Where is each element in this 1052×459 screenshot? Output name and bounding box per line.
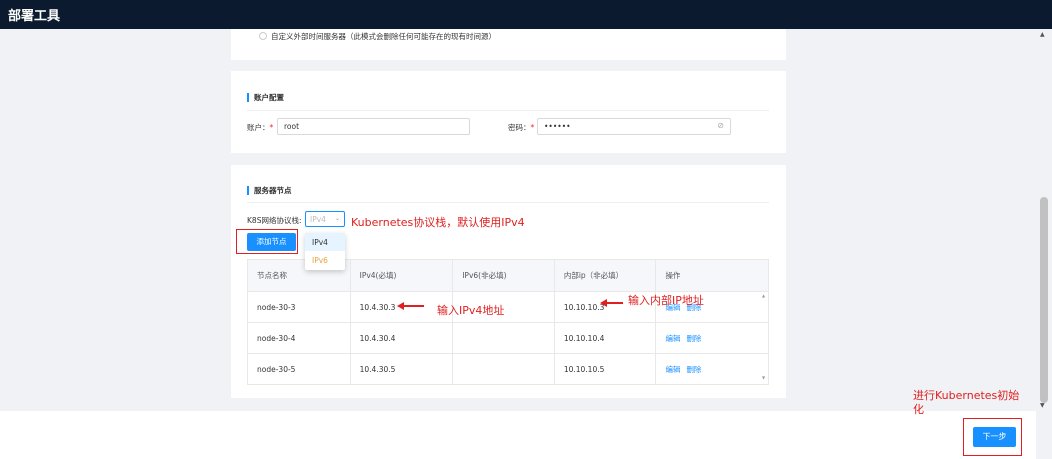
node-name-cell[interactable]: node-30-4 xyxy=(248,323,351,353)
actions-cell: 编辑 删除 xyxy=(656,323,768,353)
user-input[interactable]: root xyxy=(277,118,470,135)
ipv4-cell[interactable]: 10.4.30.4 xyxy=(351,323,454,353)
add-node-highlight-box xyxy=(236,229,298,254)
scroll-up-icon[interactable]: ▲ xyxy=(1040,31,1045,38)
user-input-value: root xyxy=(284,122,300,131)
password-input-value: •••••• xyxy=(544,122,571,131)
ipv4-annotation: 输入IPv4地址 xyxy=(437,304,505,317)
protocol-option-ipv4[interactable]: IPv4 xyxy=(305,233,345,251)
actions-cell: 编辑 删除 xyxy=(656,354,768,384)
table-row: node-30-5 10.4.30.5 10.10.10.5 编辑 删除 xyxy=(248,353,768,384)
server-nodes-card: 服务器节点 K8S网络协议栈: IPv4 ⌄ 添加节点 节点名称 IPv4(必填… xyxy=(231,165,786,398)
node-name-cell[interactable]: node-30-5 xyxy=(248,354,351,384)
node-name-cell[interactable]: node-30-3 xyxy=(248,292,351,322)
protocol-option-ipv6[interactable]: IPv6 xyxy=(305,251,345,269)
nodes-section-title: 服务器节点 xyxy=(247,186,292,195)
scroll-down-icon[interactable]: ▼ xyxy=(1040,402,1045,409)
arrow-left-icon xyxy=(397,302,424,310)
next-step-highlight-box xyxy=(963,418,1022,456)
time-server-card: 自定义外部时间服务器（此模式会删除任何可能存在的现有时间源） xyxy=(231,29,786,60)
internal-ip-annotation: 输入内部IP地址 xyxy=(628,294,704,307)
top-bar: 部署工具 xyxy=(0,0,1052,29)
custom-time-server-label[interactable]: 自定义外部时间服务器（此模式会删除任何可能存在的现有时间源） xyxy=(271,31,496,42)
nodes-table: 节点名称 IPv4(必填) IPv6(非必填) 内部ip（非必填） 操作 nod… xyxy=(247,259,769,385)
table-scrollbar[interactable]: ▲ ▼ xyxy=(762,291,768,382)
ipv6-cell[interactable] xyxy=(453,323,555,353)
protocol-select[interactable]: IPv4 ⌄ xyxy=(305,211,345,227)
ipv6-cell[interactable] xyxy=(453,354,555,384)
account-section-title: 账户配置 xyxy=(247,93,284,102)
password-label: 密码：* xyxy=(508,123,535,132)
init-annotation-line2: 化 xyxy=(913,403,924,416)
protocol-dropdown: IPv4 IPv6 xyxy=(305,233,345,270)
scroll-down-icon[interactable]: ▼ xyxy=(762,375,765,380)
protocol-select-value: IPv4 xyxy=(310,215,326,224)
eye-off-icon[interactable]: ⊘ xyxy=(717,121,724,130)
internal-ip-cell[interactable]: 10.10.10.4 xyxy=(555,323,657,353)
table-row: node-30-4 10.4.30.4 10.10.10.4 编辑 删除 xyxy=(248,322,768,353)
divider xyxy=(247,110,769,111)
delete-link[interactable]: 删除 xyxy=(686,333,701,344)
page-scrollbar[interactable]: ▲ ▼ xyxy=(1036,29,1052,411)
protocol-label: K8S网络协议栈: xyxy=(247,216,302,225)
divider xyxy=(247,202,769,203)
edit-link[interactable]: 编辑 xyxy=(665,333,680,344)
ipv4-cell[interactable]: 10.4.30.5 xyxy=(351,354,454,384)
account-config-card: 账户配置 账户：* root 密码：* •••••• ⊘ xyxy=(231,71,786,153)
edit-link[interactable]: 编辑 xyxy=(665,364,680,375)
password-input[interactable]: •••••• ⊘ xyxy=(537,118,731,135)
column-header: 内部ip（非必填） xyxy=(555,260,657,291)
scroll-up-icon[interactable]: ▲ xyxy=(762,293,765,298)
column-header: 操作 xyxy=(665,271,681,280)
arrow-left-icon xyxy=(600,299,623,307)
init-annotation-line1: 进行Kubernetes初始 xyxy=(913,389,1020,402)
protocol-annotation: Kubernetes协议栈，默认使用IPv4 xyxy=(351,216,525,229)
delete-link[interactable]: 删除 xyxy=(686,364,701,375)
column-header: IPv4(必填) xyxy=(351,260,454,291)
column-header: IPv6(非必填) xyxy=(453,260,555,291)
app-title: 部署工具 xyxy=(8,9,61,24)
user-label: 账户：* xyxy=(247,123,274,132)
custom-time-server-radio[interactable] xyxy=(259,32,267,40)
scrollbar-thumb[interactable] xyxy=(1040,197,1048,403)
footer-bar xyxy=(0,411,1036,459)
internal-ip-cell[interactable]: 10.10.10.5 xyxy=(555,354,657,384)
chevron-down-icon: ⌄ xyxy=(334,215,340,222)
